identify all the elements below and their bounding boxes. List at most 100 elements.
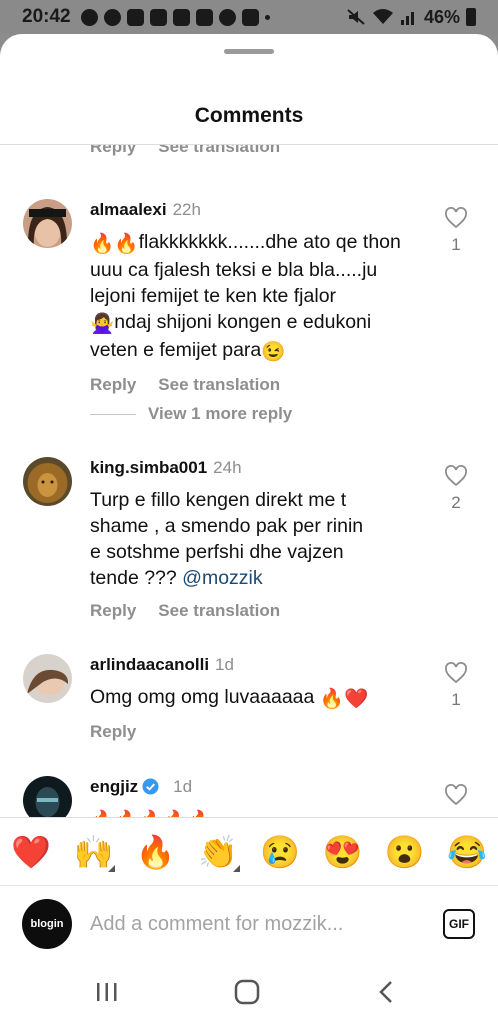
fire-emoji: 🔥🔥 [90, 233, 139, 255]
shazam-icon [218, 8, 236, 26]
comment-text: 🔥🔥flakkkkkkk.......dhe ato qe thon uuu c… [90, 231, 401, 363]
comment-input[interactable] [90, 906, 420, 942]
view-more-label: View 1 more reply [148, 404, 293, 423]
instagram-icon [195, 8, 213, 26]
more-dot-icon [264, 14, 270, 20]
verified-badge-icon [142, 778, 159, 795]
facebook-icon [80, 8, 98, 26]
comment-body: king.simba001 24h Turp e fillo kengen dir… [90, 457, 430, 621]
fire-heart-emoji: 🔥❤️ [319, 688, 369, 710]
comment-header: almaalexi 22h [90, 199, 430, 221]
gif-button[interactable]: GIF [443, 909, 475, 939]
comment-text: Omg omg omg luvaaaaaa 🔥❤️ [90, 686, 369, 710]
like-count: 2 [451, 493, 461, 512]
reply-button[interactable]: Reply [90, 722, 136, 742]
battery-icon [466, 8, 476, 26]
home-button[interactable] [227, 975, 267, 1009]
comment-body: arlindaacanolli 1d Omg omg omg luvaaaaaa … [90, 654, 430, 742]
heart-eyes-emoji-button[interactable]: 😍 [318, 828, 366, 876]
skin-tone-indicator [232, 864, 240, 872]
comment-text: 🔥🔥🔥🔥🔥 [90, 806, 430, 817]
see-translation-button[interactable]: See translation [158, 375, 280, 395]
like-button[interactable]: 1 [444, 662, 468, 710]
woman-gesturing-emoji: 🙅‍♀️ [90, 313, 115, 335]
avatar[interactable] [23, 457, 72, 506]
fire-emoji-button[interactable]: 🔥 [132, 828, 180, 876]
user-avatar: blogin [22, 899, 72, 949]
comment-actions: Reply See translation [90, 601, 430, 621]
screen: 20:42 46% Comments Reply See translation… [0, 0, 498, 1024]
avatar[interactable] [23, 776, 72, 817]
like-button[interactable]: 1 [444, 207, 468, 255]
comment-header: engjiz 1d [90, 776, 430, 798]
comment-time: 24h [213, 458, 242, 477]
like-count: 1 [451, 690, 461, 709]
reply-button[interactable]: Reply [90, 375, 136, 395]
battery-percent: 46% [423, 6, 460, 27]
comment-time: 22h [172, 200, 201, 219]
wink-emoji: 😉 [261, 341, 286, 363]
divider-line [90, 413, 136, 415]
recent-apps-icon [97, 983, 117, 1001]
avatar[interactable] [23, 654, 72, 703]
heart-outline-icon [445, 207, 467, 229]
like-button[interactable]: 2 [444, 465, 468, 513]
heart-outline-icon [445, 784, 467, 806]
avatar[interactable] [23, 199, 72, 248]
fire-emoji: 🔥🔥🔥🔥🔥 [90, 808, 211, 817]
recent-apps-button[interactable] [87, 975, 127, 1009]
see-translation-button[interactable]: See translation [158, 601, 280, 621]
like-button[interactable] [444, 784, 468, 806]
status-time: 20:42 [22, 6, 71, 27]
drag-handle[interactable] [224, 49, 274, 54]
reply-button[interactable]: Reply [90, 145, 136, 157]
heart-emoji-button[interactable]: ❤️ [7, 828, 55, 876]
like-count: 1 [451, 235, 461, 254]
see-translation-button[interactable]: See translation [158, 145, 280, 157]
surprised-emoji-button[interactable]: 😮 [381, 828, 429, 876]
facebook-icon [103, 8, 121, 26]
comment-body: engjiz 1d 🔥🔥🔥🔥🔥 [90, 776, 430, 817]
skin-tone-indicator [108, 864, 116, 872]
comment-time: 1d [173, 777, 193, 796]
comment-list[interactable]: Reply See translation almaalexi 22h 🔥🔥fla… [0, 145, 498, 817]
laughing-emoji-button[interactable]: 😂 [443, 828, 491, 876]
comment-body: almaalexi 22h 🔥🔥flakkkkkkk.......dhe ato … [90, 199, 430, 395]
notification-icons [80, 8, 270, 26]
wifi-icon [372, 9, 393, 24]
view-more-replies[interactable]: View 1 more reply [90, 404, 292, 424]
heart-outline-icon [445, 465, 467, 487]
crying-emoji-button[interactable]: 😢 [256, 828, 304, 876]
status-bar: 20:42 46% [0, 0, 498, 34]
mention-link[interactable]: @mozzik [182, 567, 262, 589]
username[interactable]: arlindaacanolli [90, 655, 209, 674]
comment-text: Turp e fillo kengen direkt me t shame , … [90, 489, 364, 589]
system-nav-bar [0, 961, 498, 1024]
home-icon [234, 979, 260, 1005]
heart-outline-icon [445, 662, 467, 684]
shopping-bag-icon [149, 8, 167, 26]
reply-button[interactable]: Reply [90, 601, 136, 621]
upload-icon [172, 8, 190, 26]
comment-composer: blogin GIF [0, 885, 498, 961]
signal-icon [400, 12, 414, 25]
comment-actions: Reply See translation [90, 375, 430, 395]
mute-icon [347, 9, 365, 25]
system-status: 46% [346, 7, 476, 28]
back-icon [379, 981, 392, 1003]
comment-header: king.simba001 24h [90, 457, 430, 479]
comment-time: 1d [215, 655, 234, 674]
partial-comment-actions: Reply See translation [90, 145, 280, 157]
username[interactable]: almaalexi [90, 200, 167, 219]
comment-header: arlindaacanolli 1d [90, 654, 430, 676]
back-button[interactable] [366, 975, 406, 1009]
username[interactable]: engjiz [90, 777, 138, 796]
raising-hands-emoji-button[interactable]: 🙌 [69, 828, 117, 876]
clapping-emoji-button[interactable]: 👏 [194, 828, 242, 876]
sheet-title: Comments [194, 104, 304, 127]
emoji-quick-bar: ❤️ 🙌 🔥 👏 😢 😍 😮 😂 [0, 817, 498, 885]
username[interactable]: king.simba001 [90, 458, 207, 477]
gallery-icon [241, 8, 259, 26]
comment-actions: Reply [90, 722, 430, 742]
comments-sheet: Comments Reply See translation almaalexi… [0, 34, 498, 1024]
